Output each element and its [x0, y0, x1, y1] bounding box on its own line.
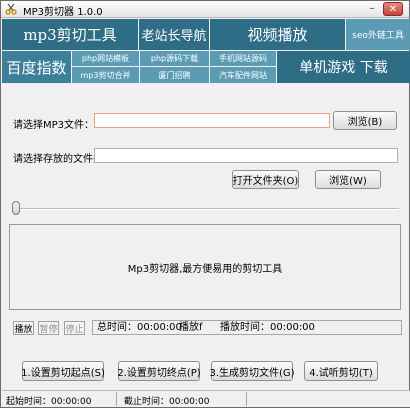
status-separator: [246, 392, 247, 406]
scissors-icon: [5, 3, 17, 15]
status-bar: 起始时间：00:00:00 截止时间：00:00:00: [2, 390, 410, 407]
banner-link-navigation[interactable]: 老站长导航: [139, 19, 209, 50]
close-button[interactable]: ✕: [383, 2, 403, 16]
status-separator: [116, 392, 117, 406]
browse-mp3-button[interactable]: 浏览(B): [333, 111, 397, 130]
banner-link-mobile-source[interactable]: 手机网站源码: [210, 51, 276, 66]
status-end-time: 截止时间：00:00:00: [124, 397, 210, 407]
open-folder-button[interactable]: 打开文件夹(O): [232, 170, 299, 189]
app-window: MP3剪切器 1.0.0 – ✕ mp3剪切工具 老站长导航 视频播放 seo外…: [0, 0, 410, 408]
mp3-file-input[interactable]: [94, 113, 330, 128]
generate-file-button[interactable]: 3.生成剪切文件(G): [209, 361, 295, 381]
banner-link-php-template[interactable]: php网站模板: [72, 51, 139, 66]
play-button[interactable]: 播放: [13, 321, 34, 335]
banner-link-games[interactable]: 单机游戏 下载: [277, 51, 410, 83]
banner-link-mp3-tool[interactable]: mp3剪切工具: [2, 19, 138, 50]
pause-button[interactable]: 暂停: [38, 321, 59, 335]
mp3-file-label: 请选择MP3文件：: [13, 120, 95, 131]
play-status: 播放f: [179, 322, 203, 333]
seek-slider-thumb[interactable]: [12, 201, 20, 215]
banner-link-xiamen-jobs[interactable]: 厦门招聘: [140, 67, 209, 83]
save-folder-input[interactable]: [94, 148, 398, 163]
minimize-button[interactable]: –: [365, 2, 379, 16]
banner-link-auto-parts[interactable]: 汽车配件网站: [210, 67, 276, 83]
time-info-box: 总时间：00:00:00 播放f 播放时间：00:00:00: [92, 320, 402, 335]
browse-folder-button[interactable]: 浏览(W): [315, 170, 381, 189]
title-bar[interactable]: MP3剪切器 1.0.0 – ✕: [1, 1, 409, 18]
window-title: MP3剪切器 1.0.0: [23, 7, 103, 18]
info-panel: Mp3剪切器,最方便易用的剪切工具: [9, 224, 401, 310]
ad-banner: mp3剪切工具 老站长导航 视频播放 seo外链工具 百度指数 php网站模板 …: [2, 19, 410, 83]
info-text: Mp3剪切器,最方便易用的剪切工具: [127, 263, 283, 275]
status-start-time: 起始时间：00:00:00: [6, 397, 92, 407]
banner-link-php-source[interactable]: php源码下载: [140, 51, 209, 66]
banner-link-baidu-index[interactable]: 百度指数: [2, 51, 71, 83]
total-time: 总时间：00:00:00: [97, 322, 182, 333]
banner-link-seo[interactable]: seo外链工具: [346, 19, 410, 50]
banner-link-video[interactable]: 视频播放: [210, 19, 345, 50]
banner-link-mp3-merge[interactable]: mp3剪切合并: [72, 67, 139, 83]
seek-track[interactable]: [13, 208, 399, 210]
play-time: 播放时间：00:00:00: [220, 322, 315, 333]
set-end-button[interactable]: 2.设置剪切终点(P): [117, 361, 201, 381]
preview-cut-button[interactable]: 4.试听剪切(T): [304, 361, 378, 381]
stop-button[interactable]: 停止: [64, 321, 85, 335]
set-start-button[interactable]: 1.设置剪切起点(S): [21, 361, 105, 381]
